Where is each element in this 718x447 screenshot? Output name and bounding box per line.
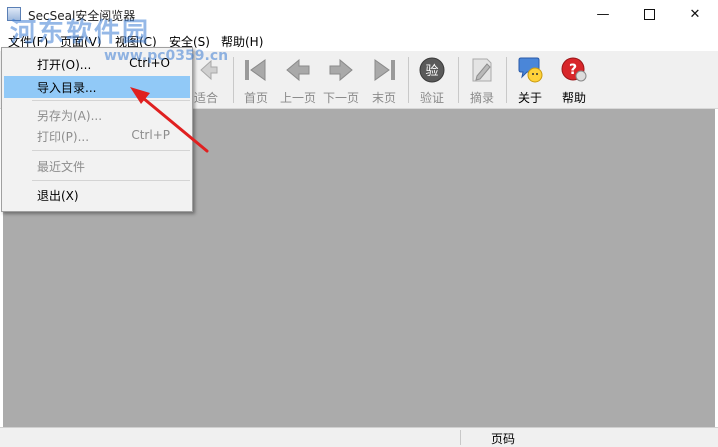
app-window: SecSeal安全阅览器 — ✕ 文件(F) 页面(V) 视图(C) 安全(S)… (0, 0, 718, 447)
annotation-arrow (130, 87, 209, 153)
